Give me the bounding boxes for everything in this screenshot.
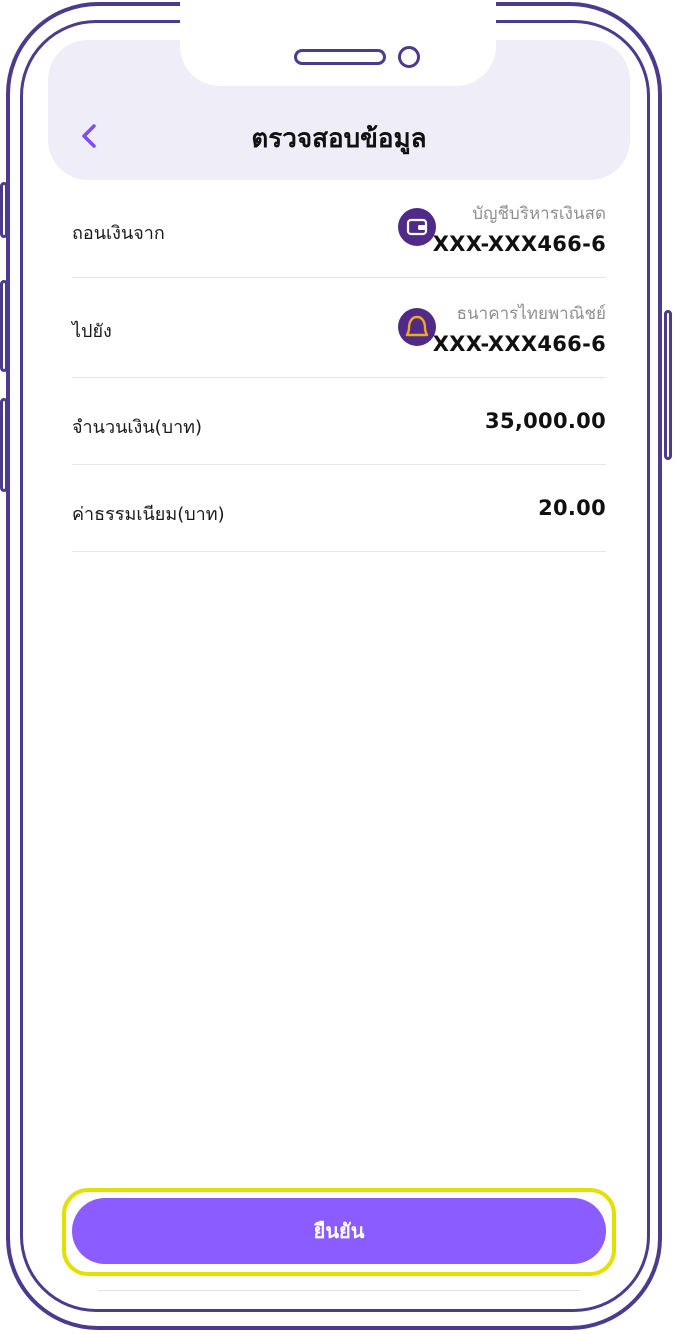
camera-icon [398, 46, 420, 68]
speaker-icon [294, 49, 386, 65]
row-label: ถอนเงินจาก [72, 223, 165, 244]
row-label: ไปยัง [72, 321, 112, 342]
wallet-icon [398, 208, 436, 246]
phone-side-button [664, 310, 672, 460]
bank-name: ธนาคารไทยพาณิชย์ [456, 304, 606, 324]
detail-row-fee: ค่าธรรมเนียม(บาท) 20.00 [72, 465, 606, 552]
confirm-button[interactable]: ยืนยัน [72, 1198, 606, 1264]
chevron-left-icon [82, 124, 96, 148]
amount-value: 35,000.00 [485, 409, 606, 433]
page-title: ตรวจสอบข้อมูล [251, 124, 427, 154]
phone-notch [180, 0, 496, 86]
back-button[interactable] [76, 120, 104, 152]
phone-side-button [0, 182, 8, 238]
account-number: XXX-XXX466-6 [432, 232, 606, 256]
detail-row-from: ถอนเงินจาก บัญชีบริหารเงินสด XXX-XXX466-… [72, 184, 606, 278]
bank-logo-icon [398, 308, 436, 346]
row-label: ค่าธรรมเนียม(บาท) [72, 504, 225, 525]
account-number: XXX-XXX466-6 [432, 332, 606, 356]
row-label: จำนวนเงิน(บาท) [72, 417, 203, 438]
phone-side-button [0, 398, 8, 492]
phone-side-button [0, 280, 8, 372]
detail-row-amount: จำนวนเงิน(บาท) 35,000.00 [72, 378, 606, 465]
account-type: บัญชีบริหารเงินสด [472, 204, 606, 224]
fee-value: 20.00 [538, 496, 606, 520]
detail-row-to: ไปยัง ธนาคารไทยพาณิชย์ XXX-XXX466-6 [72, 278, 606, 378]
bottom-divider [98, 1290, 580, 1291]
